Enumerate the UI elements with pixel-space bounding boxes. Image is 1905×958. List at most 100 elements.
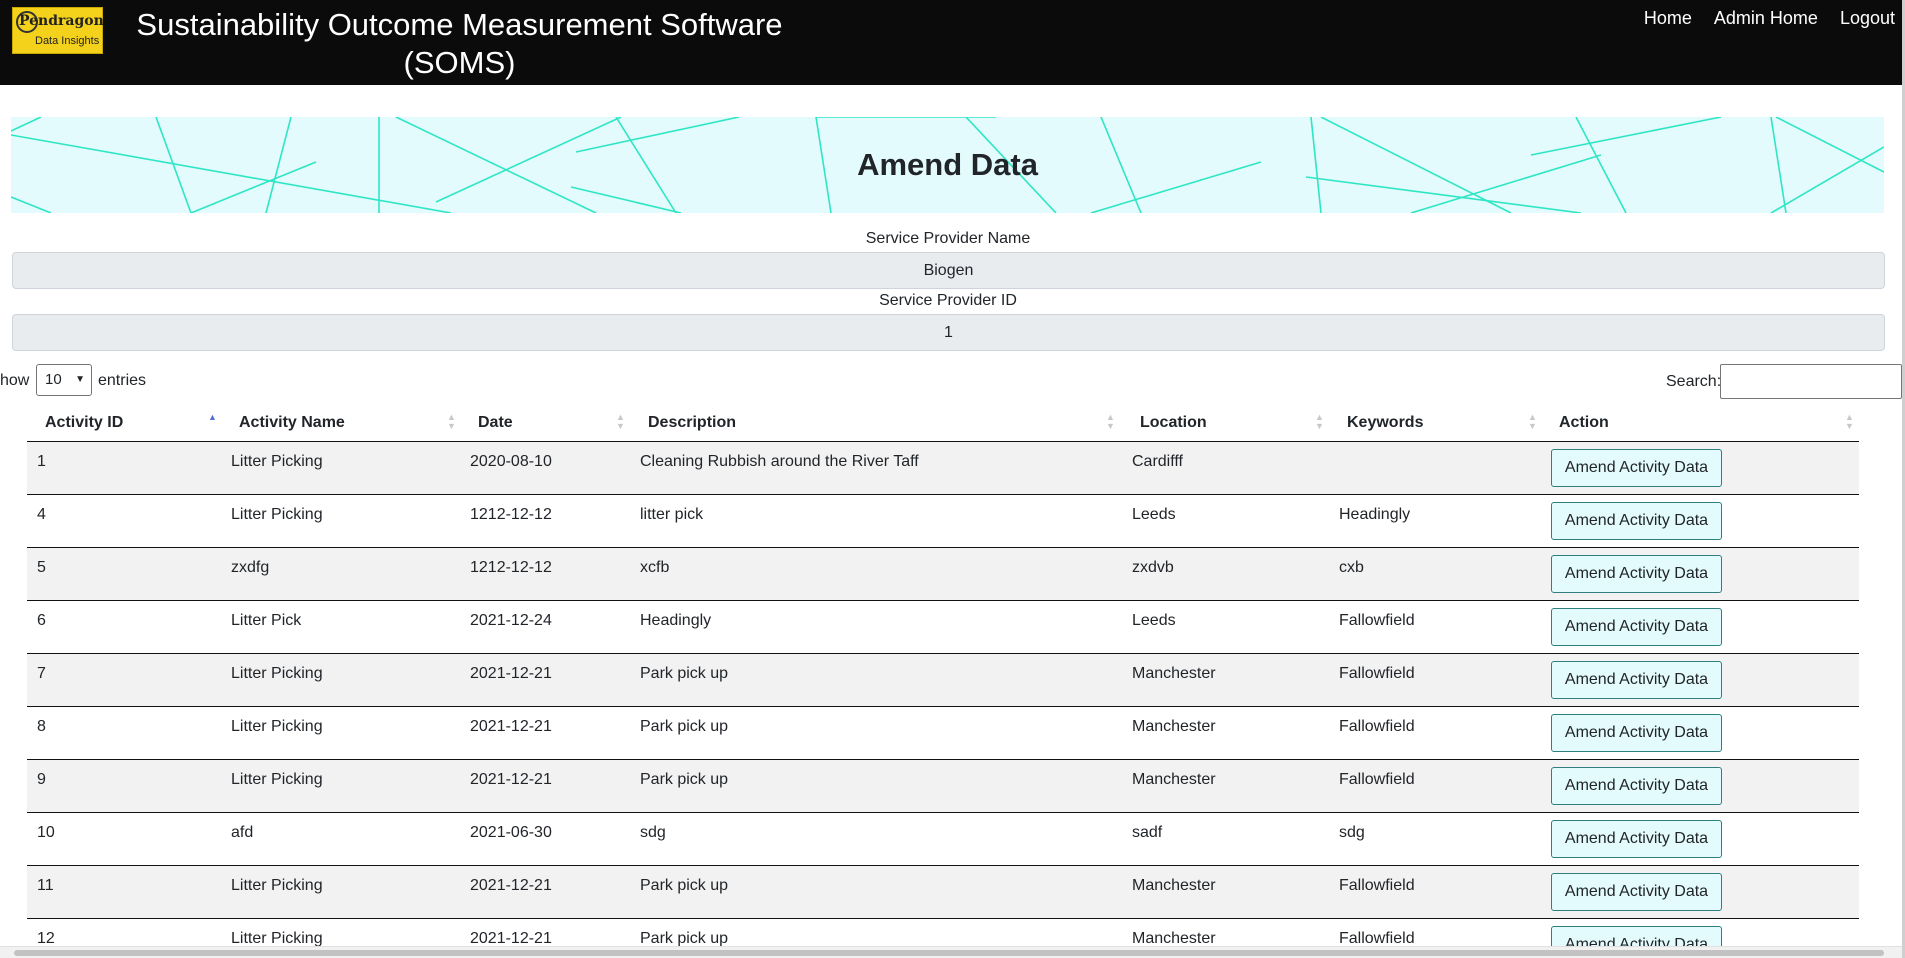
page-banner: Amend Data (11, 117, 1884, 213)
cell-description: Park pick up (640, 877, 729, 894)
sort-icon[interactable]: ▲ ▼ (1315, 413, 1324, 431)
provider-id-field[interactable]: 1 (12, 314, 1885, 351)
table-body: 1 Litter Picking 2020-08-10 Cleaning Rubbis… (27, 442, 1859, 958)
nav-admin-home-link[interactable]: Admin Home (1714, 8, 1818, 29)
activity-table: Activity ID ▲ Activity Name ▲ ▼ Date ▲ ▼ D… (27, 405, 1859, 958)
app-title-line1: Sustainability Outcome Measurement Softw… (136, 7, 783, 42)
cell-description: litter pick (640, 506, 704, 523)
horizontal-scrollbar[interactable] (0, 946, 1902, 958)
sort-icon[interactable]: ▲ ▼ (1106, 413, 1115, 431)
cell-activity-id: 4 (37, 506, 46, 523)
col-description[interactable]: Description (648, 405, 736, 442)
amend-activity-button[interactable]: Amend Activity Data (1551, 449, 1722, 487)
amend-activity-button[interactable]: Amend Activity Data (1551, 608, 1722, 646)
cell-location: Manchester (1132, 877, 1216, 894)
search-label: Search: (1666, 373, 1722, 390)
top-navbar: Pendragon Data Insights Sustainability O… (0, 0, 1902, 85)
cell-location: zxdvb (1132, 559, 1174, 576)
cell-keywords: Fallowfield (1339, 665, 1415, 682)
provider-name-label: Service Provider Name (865, 230, 1031, 247)
table-row: 8 Litter Picking 2021-12-21 Park pick up Man… (27, 707, 1859, 760)
cell-activity-id: 10 (37, 824, 55, 841)
cell-date: 1212-12-12 (470, 559, 552, 576)
table-row: 5 zxdfg 1212-12-12 xcfb zxdvb cxb Amend Activi… (27, 548, 1859, 601)
logo-text-primary: Pendragon (19, 13, 104, 29)
chevron-down-icon: ▼ (75, 374, 85, 385)
company-logo[interactable]: Pendragon Data Insights (12, 7, 104, 54)
cell-keywords: cxb (1339, 559, 1364, 576)
cell-activity-name: Litter Picking (231, 771, 323, 788)
amend-activity-button[interactable]: Amend Activity Data (1551, 820, 1722, 858)
cell-keywords: Fallowfield (1339, 771, 1415, 788)
amend-activity-button[interactable]: Amend Activity Data (1551, 555, 1722, 593)
page-size-select[interactable]: 10 ▼ (36, 364, 92, 396)
column-header-label: Date (478, 414, 513, 431)
provider-id-label: Service Provider ID (879, 292, 1017, 309)
amend-activity-button[interactable]: Amend Activity Data (1551, 661, 1722, 699)
cell-description: xcfb (640, 559, 670, 576)
app-title: Sustainability Outcome Measurement Softw… (117, 6, 802, 82)
col-date[interactable]: Date (478, 405, 513, 442)
cell-location: Manchester (1132, 771, 1216, 788)
horizontal-scrollbar-thumb[interactable] (14, 950, 1884, 956)
sort-ascending-icon[interactable]: ▲ (208, 413, 217, 422)
cell-keywords: sdg (1339, 824, 1365, 841)
sort-icon[interactable]: ▲ ▼ (447, 413, 456, 431)
search-input[interactable] (1720, 364, 1902, 399)
col-location[interactable]: Location (1140, 405, 1207, 442)
cell-date: 2021-12-21 (470, 665, 552, 682)
amend-activity-button[interactable]: Amend Activity Data (1551, 873, 1722, 911)
amend-activity-button[interactable]: Amend Activity Data (1551, 767, 1722, 805)
col-action[interactable]: Action (1559, 405, 1609, 442)
cell-activity-name: Litter Picking (231, 506, 323, 523)
nav-home-link[interactable]: Home (1644, 8, 1692, 29)
column-header-label: Description (648, 414, 737, 431)
table-row: 10 afd 2021-06-30 sdg sadf sdg Amend Activity … (27, 813, 1859, 866)
table-row: 9 Litter Picking 2021-12-21 Park pick up Man… (27, 760, 1859, 813)
show-entries-label: how (0, 372, 30, 389)
cell-activity-id: 1 (37, 453, 46, 470)
cell-description: Headingly (640, 612, 712, 629)
cell-activity-name: Litter Picking (231, 453, 323, 470)
sort-icon[interactable]: ▲ ▼ (1528, 413, 1537, 431)
column-header-label: Keywords (1347, 414, 1424, 431)
sort-icon[interactable]: ▲ ▼ (1845, 413, 1854, 431)
cell-activity-id: 8 (37, 718, 46, 735)
app-title-line2: (SOMS) (403, 45, 516, 80)
sort-icon[interactable]: ▲ ▼ (616, 413, 625, 431)
col-activity-id[interactable]: Activity ID (45, 405, 123, 442)
cell-activity-id: 6 (37, 612, 46, 629)
cell-activity-name: Litter Picking (231, 718, 323, 735)
cell-activity-name: afd (231, 824, 254, 841)
cell-keywords: Fallowfield (1339, 612, 1415, 629)
table-header-row: Activity ID ▲ Activity Name ▲ ▼ Date ▲ ▼ D… (27, 405, 1859, 442)
column-header-label: Action (1559, 414, 1609, 431)
amend-activity-button[interactable]: Amend Activity Data (1551, 714, 1722, 752)
amend-activity-button[interactable]: Amend Activity Data (1551, 502, 1722, 540)
cell-keywords: Fallowfield (1339, 877, 1415, 894)
cell-date: 2021-12-21 (470, 771, 552, 788)
cell-location: Leeds (1132, 612, 1176, 629)
cell-activity-id: 9 (37, 771, 46, 788)
page-title: Amend Data (857, 147, 1038, 182)
cell-location: Manchester (1132, 665, 1216, 682)
cell-date: 2021-12-21 (470, 718, 552, 735)
cell-location: Cardifff (1132, 453, 1183, 470)
provider-name-field[interactable]: Biogen (12, 252, 1885, 289)
col-activity-name[interactable]: Activity Name (239, 405, 345, 442)
cell-description: Park pick up (640, 718, 729, 735)
cell-activity-id: 5 (37, 559, 46, 576)
cell-activity-name: Litter Picking (231, 877, 323, 894)
cell-date: 2021-06-30 (470, 824, 552, 841)
top-nav: Home Admin Home Logout (1644, 8, 1902, 29)
cell-description: Cleaning Rubbish around the River Taff (640, 453, 919, 470)
cell-description: sdg (640, 824, 666, 841)
col-keywords[interactable]: Keywords (1347, 405, 1423, 442)
cell-description: Park pick up (640, 771, 729, 788)
nav-logout-link[interactable]: Logout (1840, 8, 1895, 29)
cell-location: Manchester (1132, 718, 1216, 735)
column-header-label: Activity Name (239, 414, 345, 431)
cell-keywords: Headingly (1339, 506, 1411, 523)
table-row: 4 Litter Picking 1212-12-12 litter pick Leed… (27, 495, 1859, 548)
cell-date: 2020-08-10 (470, 453, 552, 470)
